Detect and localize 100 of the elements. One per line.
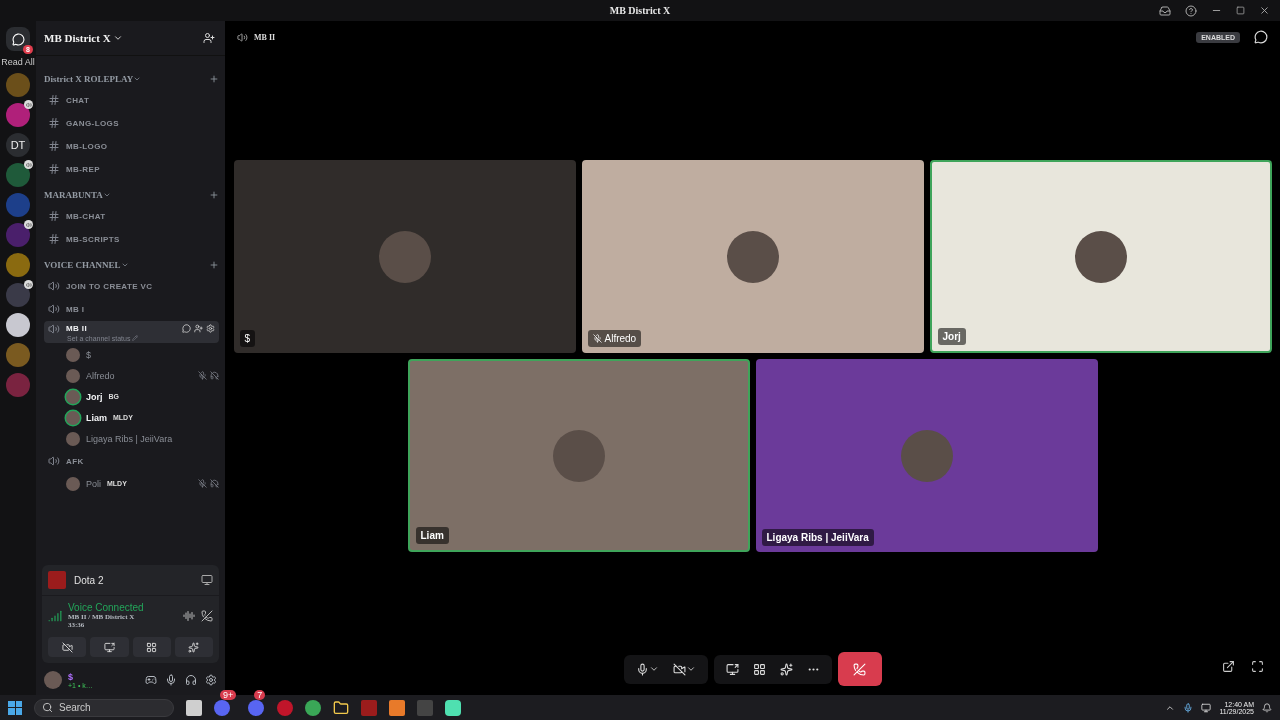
task-view-icon[interactable] (186, 699, 202, 716)
video-tile[interactable]: Liam (407, 359, 750, 552)
category-name[interactable]: MARABUNTA (44, 190, 103, 200)
server-name[interactable]: MB District X (44, 32, 123, 44)
close-icon[interactable] (1259, 5, 1270, 16)
leave-call-button[interactable] (837, 652, 882, 686)
video-tile[interactable]: $ (233, 160, 576, 353)
camera-off-icon (61, 641, 73, 653)
grid-icon (752, 662, 766, 676)
share-button[interactable] (725, 662, 739, 676)
hash-icon (48, 210, 60, 222)
server-icon[interactable] (6, 223, 30, 247)
text-channel[interactable]: MB-CHAT (44, 205, 219, 227)
participant-label: $ (239, 330, 256, 347)
mic-icon[interactable] (165, 674, 177, 686)
member-name: Ligaya Ribs | JeiiVara (86, 433, 173, 444)
camera-button[interactable] (48, 637, 87, 657)
taskbar-app-icon[interactable] (389, 699, 406, 716)
mic-off-icon (198, 371, 207, 380)
avatar (44, 671, 62, 689)
speaker-icon (25, 281, 32, 288)
taskbar-app-icon[interactable] (305, 699, 322, 716)
add-channel-icon[interactable] (209, 260, 219, 270)
category-name[interactable]: VOICE CHANNEL (44, 260, 121, 270)
add-channel-icon[interactable] (209, 74, 219, 84)
participant-label: Jorj (937, 328, 966, 345)
chat-icon[interactable] (1254, 30, 1268, 44)
start-icon[interactable] (8, 700, 22, 715)
hash-icon (48, 140, 60, 152)
member-name: Jorj (86, 391, 103, 402)
activities-button[interactable] (132, 637, 171, 657)
server-icon[interactable] (6, 163, 30, 187)
text-channel[interactable]: CHAT (44, 89, 219, 111)
read-all-link[interactable]: Read All (1, 57, 35, 67)
voice-channel[interactable]: AFK (44, 450, 219, 472)
settings-icon[interactable] (205, 674, 217, 686)
member-name: Poli (86, 478, 101, 489)
fullscreen-icon[interactable] (1251, 660, 1264, 673)
voice-member[interactable]: Ligaya Ribs | JeiiVara (44, 428, 219, 449)
taskbar-app-icon[interactable] (445, 699, 462, 716)
deafened-icon (210, 479, 219, 488)
participant-label: Alfredo (587, 330, 642, 347)
mic-button[interactable] (635, 662, 659, 676)
invite-icon[interactable] (203, 32, 215, 44)
headphones-icon[interactable] (185, 674, 197, 686)
server-icon[interactable]: DT (6, 133, 30, 157)
grid-icon (146, 641, 158, 653)
gamepad-icon[interactable] (145, 674, 157, 686)
speaker-icon (25, 221, 32, 228)
camera-button[interactable] (672, 662, 696, 676)
voice-member[interactable]: Alfredo (44, 365, 219, 386)
notification-icon[interactable] (1262, 702, 1272, 713)
speaker-icon (25, 161, 32, 168)
settings-icon[interactable] (206, 324, 215, 333)
participant-label: Liam (415, 527, 449, 544)
help-icon[interactable] (1185, 4, 1197, 17)
popout-icon[interactable] (1222, 660, 1235, 673)
speaker-icon (237, 31, 248, 43)
mic-off-icon (198, 479, 207, 488)
stream-icon[interactable] (201, 574, 213, 586)
chevron-icon (133, 75, 142, 83)
voice-member[interactable]: $ (44, 344, 219, 365)
category-name[interactable]: District X ROLEPLAY (44, 74, 134, 84)
inbox-icon[interactable] (1159, 4, 1171, 17)
chevron-icon (102, 191, 111, 199)
text-channel[interactable]: MB-LOGO (44, 135, 219, 157)
activities-button[interactable] (752, 662, 766, 676)
text-channel[interactable]: MB-REP (44, 158, 219, 180)
game-icon (48, 571, 66, 589)
video-tile[interactable]: Ligaya Ribs | JeiiVara (755, 359, 1098, 552)
soundboard-button[interactable] (779, 662, 793, 676)
notification-badge: 9+ (220, 689, 237, 700)
screen-share-icon (725, 662, 739, 676)
search-field[interactable]: Search (34, 698, 174, 717)
video-tile[interactable]: Alfredo (581, 160, 924, 353)
phone-icon (853, 662, 866, 676)
voice-channel[interactable]: MB I (44, 298, 219, 320)
text-channel[interactable]: MB-SCRIPTS (44, 228, 219, 250)
chevron-icon (112, 33, 123, 43)
server-icon[interactable] (6, 313, 30, 337)
invite-icon[interactable] (194, 324, 203, 333)
server-icon[interactable] (6, 283, 30, 307)
camera-off-icon (672, 662, 686, 676)
share-button[interactable] (90, 637, 129, 657)
soundboard-button[interactable] (174, 637, 213, 657)
text-channel[interactable]: GANG-LOGS (44, 112, 219, 134)
maximize-icon[interactable] (1236, 6, 1245, 15)
mic-icon (1183, 702, 1194, 713)
disconnect-icon[interactable] (201, 609, 213, 622)
add-channel-icon[interactable] (209, 190, 219, 200)
participant-label: Ligaya Ribs | JeiiVara (761, 529, 874, 546)
noise-icon[interactable] (183, 609, 195, 622)
server-icon[interactable] (6, 103, 30, 127)
game-name: Dota 2 (74, 574, 104, 586)
folder-icon[interactable] (333, 699, 350, 716)
speaker-icon (25, 101, 32, 108)
video-tile[interactable]: Jorj (929, 160, 1272, 353)
voice-status: Voice Connected (68, 602, 145, 613)
voice-channel[interactable]: JOIN TO CREATE VC (44, 275, 219, 297)
member-name: $ (86, 349, 91, 360)
